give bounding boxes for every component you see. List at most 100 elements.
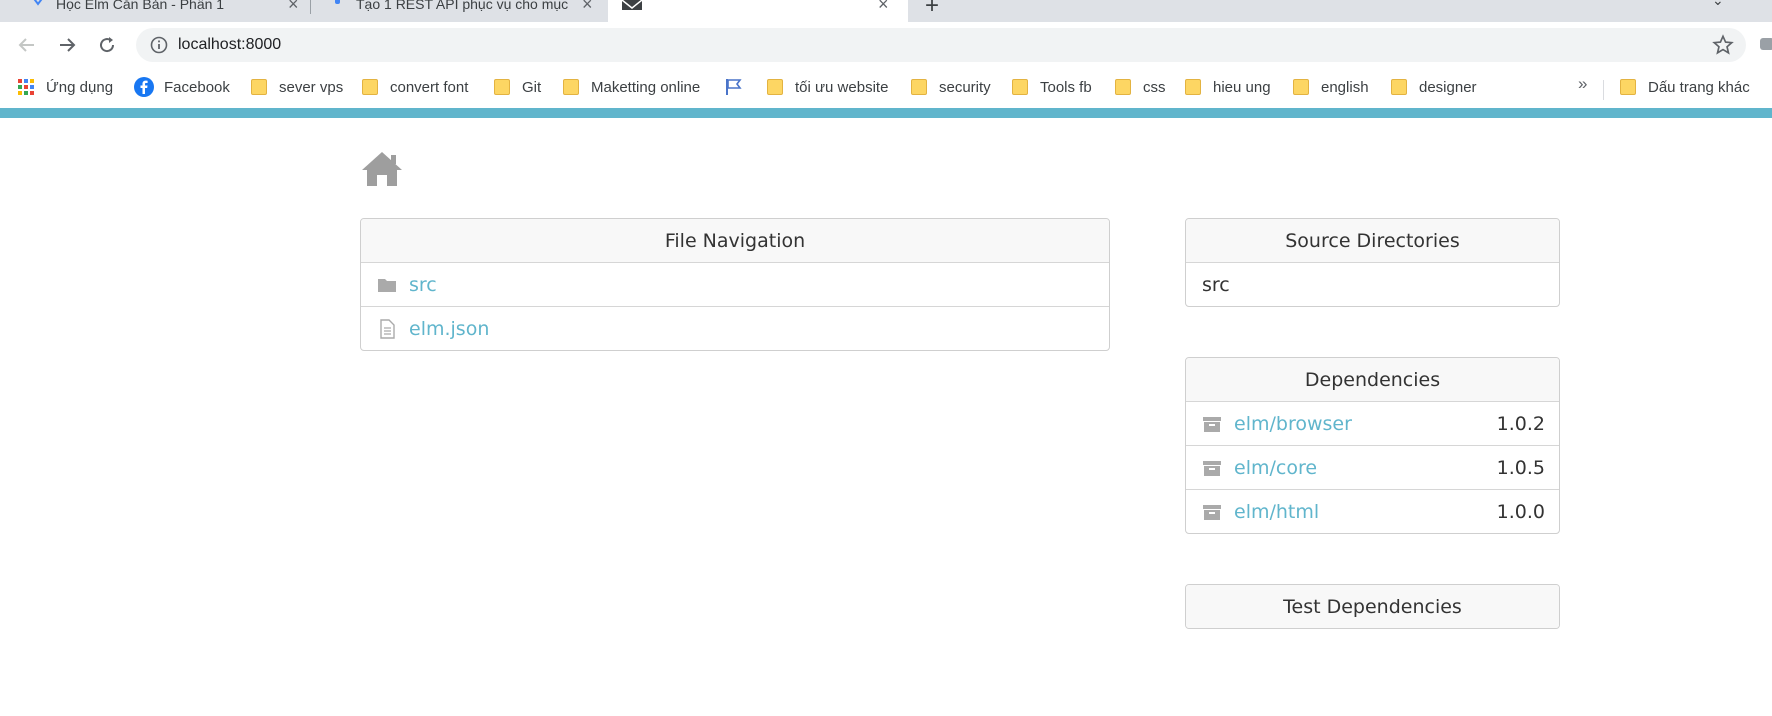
address-bar[interactable]: localhost:8000 bbox=[136, 28, 1746, 62]
dependency-row[interactable]: elm/core 1.0.5 bbox=[1186, 446, 1559, 490]
tab-active[interactable]: × bbox=[608, 0, 908, 22]
bookmark-folder-designer[interactable]: designer bbox=[1391, 76, 1477, 98]
folder-icon bbox=[378, 278, 396, 292]
close-icon[interactable]: × bbox=[582, 0, 593, 15]
folder-icon bbox=[251, 79, 267, 95]
new-tab-icon[interactable]: + bbox=[925, 0, 939, 20]
source-directories-panel: Source Directories src bbox=[1185, 218, 1560, 307]
dependency-link-elm-html[interactable]: elm/html bbox=[1234, 501, 1319, 523]
folder-icon bbox=[494, 79, 510, 95]
bookmark-folder-hieu-ung[interactable]: hieu ung bbox=[1185, 76, 1271, 98]
dependencies-panel: Dependencies elm/browser 1.0.2 elm/core … bbox=[1185, 357, 1560, 534]
dependency-row[interactable]: elm/browser 1.0.2 bbox=[1186, 402, 1559, 446]
bookmark-label: hieu ung bbox=[1213, 78, 1271, 96]
mail-icon bbox=[622, 0, 642, 10]
bookmark-folder-git[interactable]: Git bbox=[494, 76, 541, 98]
tab-favicon bbox=[335, 0, 340, 4]
file-link-elm-json[interactable]: elm.json bbox=[409, 318, 489, 340]
info-icon[interactable] bbox=[150, 36, 168, 54]
bookmark-flag[interactable] bbox=[725, 76, 755, 98]
folder-icon bbox=[362, 79, 378, 95]
bookmark-folder-security[interactable]: security bbox=[911, 76, 991, 98]
extension-icon[interactable] bbox=[1760, 36, 1772, 52]
back-button[interactable] bbox=[14, 32, 40, 58]
bookmark-label: Dấu trang khác bbox=[1648, 78, 1750, 96]
url-text: localhost:8000 bbox=[178, 36, 282, 53]
folder-icon bbox=[1391, 79, 1407, 95]
close-icon[interactable]: × bbox=[288, 0, 299, 15]
bookmark-label: Maketting online bbox=[591, 78, 701, 96]
facebook-icon bbox=[134, 77, 154, 97]
folder-icon bbox=[767, 79, 783, 95]
dependencies-title: Dependencies bbox=[1186, 358, 1559, 402]
apps-grid-icon bbox=[18, 79, 34, 95]
folder-icon bbox=[1293, 79, 1309, 95]
flag-icon bbox=[726, 79, 742, 95]
dependency-link-elm-core[interactable]: elm/core bbox=[1234, 457, 1317, 479]
bookmark-facebook[interactable]: Facebook bbox=[134, 76, 230, 98]
bookmark-folder-sever-vps[interactable]: sever vps bbox=[251, 76, 343, 98]
file-navigation-title: File Navigation bbox=[361, 219, 1109, 263]
dependency-version: 1.0.5 bbox=[1496, 456, 1545, 479]
star-icon[interactable] bbox=[1712, 34, 1734, 56]
bookmark-folder-english[interactable]: english bbox=[1293, 76, 1369, 98]
folder-icon bbox=[563, 79, 579, 95]
arrow-left-icon bbox=[18, 38, 34, 52]
bookmark-folder-tools-fb[interactable]: Tools fb bbox=[1012, 76, 1092, 98]
bookmarks-bar: Ứng dụng Facebook sever vps convert font… bbox=[0, 68, 1772, 108]
source-directories-title: Source Directories bbox=[1186, 219, 1559, 263]
bookmark-apps[interactable]: Ứng dụng bbox=[18, 76, 113, 98]
folder-icon bbox=[1012, 79, 1028, 95]
bookmark-label: tối ưu website bbox=[795, 78, 889, 96]
close-icon[interactable]: × bbox=[878, 0, 889, 15]
folder-icon bbox=[1115, 79, 1131, 95]
bookmark-label: sever vps bbox=[279, 78, 344, 96]
folder-icon bbox=[1185, 79, 1201, 95]
bookmark-label: english bbox=[1321, 78, 1369, 96]
tab-separator bbox=[310, 0, 311, 14]
bookmark-label: css bbox=[1143, 78, 1166, 96]
file-icon bbox=[380, 319, 395, 339]
forward-button[interactable] bbox=[54, 32, 80, 58]
tab-strip: Học Elm Căn Bản - Phần 1 × Tạo 1 REST AP… bbox=[0, 0, 1772, 22]
dependency-row[interactable]: elm/html 1.0.0 bbox=[1186, 490, 1559, 533]
bookmark-folder-css[interactable]: css bbox=[1115, 76, 1166, 98]
bookmark-folder-convert-font[interactable]: convert font bbox=[362, 76, 468, 98]
elm-tab-icon bbox=[33, 0, 43, 6]
source-directory-row: src bbox=[1186, 263, 1559, 306]
tab-search-icon[interactable]: ⌄ bbox=[1712, 0, 1724, 9]
file-navigation-panel: File Navigation src elm.json bbox=[360, 218, 1110, 351]
file-row[interactable]: src bbox=[361, 263, 1109, 307]
bookmark-folder-maketting-online[interactable]: Maketting online bbox=[563, 76, 700, 98]
file-link-src[interactable]: src bbox=[409, 274, 437, 296]
tab-rest-api[interactable]: Tạo 1 REST API phục vụ cho mục × bbox=[320, 0, 610, 22]
file-row[interactable]: elm.json bbox=[361, 307, 1109, 350]
bookmark-label: Git bbox=[522, 78, 542, 96]
folder-icon bbox=[1620, 79, 1636, 95]
package-icon bbox=[1203, 505, 1221, 520]
folder-icon bbox=[911, 79, 927, 95]
bookmark-folder-toi-uu-website[interactable]: tối ưu website bbox=[767, 76, 888, 98]
elm-header-bar bbox=[0, 108, 1772, 118]
reload-button[interactable] bbox=[94, 32, 120, 58]
tab-title: Học Elm Căn Bản - Phần 1 bbox=[56, 0, 225, 12]
bookmarks-separator bbox=[1603, 80, 1604, 100]
arrow-right-icon bbox=[60, 38, 76, 52]
bookmarks-overflow-button[interactable]: » bbox=[1578, 74, 1587, 94]
tab-hoc-elm[interactable]: Học Elm Căn Bản - Phần 1 × bbox=[20, 0, 310, 22]
reload-icon bbox=[100, 37, 115, 53]
source-directory-name: src bbox=[1202, 274, 1230, 296]
tab-title: Tạo 1 REST API phục vụ cho mục bbox=[356, 0, 569, 12]
home-icon[interactable] bbox=[360, 150, 404, 188]
dependency-version: 1.0.0 bbox=[1496, 501, 1545, 523]
bookmark-label: Facebook bbox=[164, 78, 230, 96]
bookmark-label: security bbox=[939, 78, 991, 96]
bookmark-label: designer bbox=[1419, 78, 1477, 96]
test-dependencies-panel: Test Dependencies bbox=[1185, 584, 1560, 629]
dependency-link-elm-browser[interactable]: elm/browser bbox=[1234, 413, 1352, 435]
bookmark-folder-other[interactable]: Dấu trang khác bbox=[1620, 76, 1750, 98]
bookmark-label: Tools fb bbox=[1040, 78, 1092, 96]
browser-toolbar: localhost:8000 bbox=[0, 22, 1772, 68]
bookmark-label: Ứng dụng bbox=[46, 78, 114, 96]
bookmark-label: convert font bbox=[390, 78, 469, 96]
